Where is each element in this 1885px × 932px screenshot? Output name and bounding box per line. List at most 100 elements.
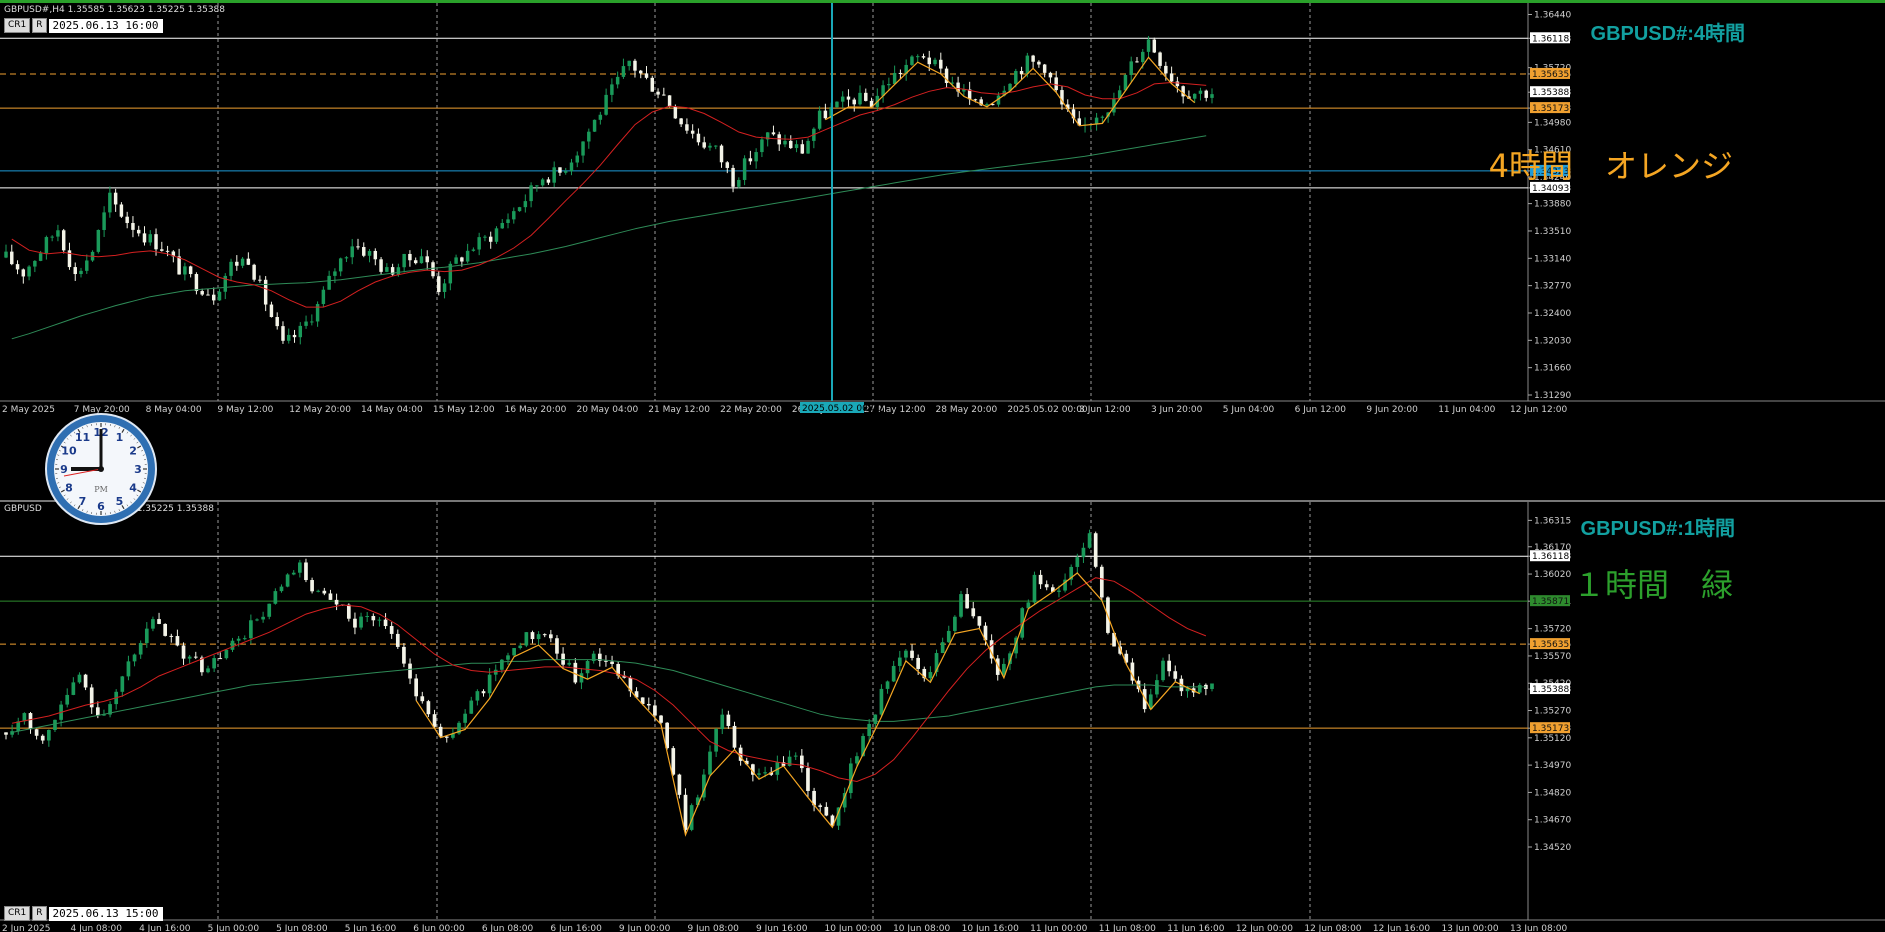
y-tick-label: 1.31660	[1534, 364, 1571, 374]
bear-candle	[555, 638, 559, 654]
bull-candle	[840, 96, 845, 102]
x-tick-label: 2 Jun 2025	[2, 924, 50, 932]
x-tick-label: 5 Jun 16:00	[345, 924, 397, 932]
h4-chart-pane[interactable]: 1.364401.361181.357201.356351.353881.351…	[0, 0, 1885, 498]
bear-candle	[1158, 52, 1162, 66]
bear-candle	[646, 704, 651, 706]
bull-candle	[500, 222, 504, 229]
bear-candle	[119, 204, 124, 217]
clock-number: 2	[129, 445, 137, 458]
bull-candle	[915, 56, 920, 58]
y-tick-label: 1.32770	[1534, 282, 1571, 292]
bear-candle	[748, 158, 753, 162]
bear-candle	[193, 656, 198, 658]
x-tick-label: 12 Jun 00:00	[1236, 924, 1293, 932]
bear-candle	[726, 714, 731, 726]
bull-candle	[261, 616, 265, 620]
bear-candle	[1093, 533, 1098, 567]
cr1-button[interactable]: CR1	[4, 18, 31, 33]
price-tag-label: 1.36118	[1532, 552, 1569, 562]
bear-candle	[200, 291, 204, 295]
bull-candle	[44, 237, 49, 254]
bear-candle	[656, 91, 660, 95]
bear-candle	[1175, 81, 1180, 87]
x-tick-label: 5 Jun 08:00	[276, 924, 328, 932]
bull-candle	[581, 141, 585, 156]
clock-number: 3	[134, 463, 142, 476]
bear-candle	[269, 304, 274, 318]
bull-candle	[540, 179, 545, 186]
bull-candle	[1210, 94, 1214, 98]
clock-number: 1	[116, 431, 124, 444]
bear-candle	[212, 294, 216, 301]
bull-candle	[279, 586, 284, 592]
r-button[interactable]: R	[32, 18, 47, 33]
bear-candle	[1169, 73, 1174, 82]
bear-candle	[1037, 61, 1041, 65]
bull-candle	[267, 603, 272, 617]
bear-candle	[725, 162, 730, 168]
x-tick-label: 9 Jun 20:00	[1366, 405, 1418, 415]
bull-candle	[469, 700, 474, 714]
bull-candle	[627, 60, 631, 67]
bull-candle	[50, 236, 54, 238]
bull-candle	[873, 714, 878, 724]
bull-candle	[806, 140, 810, 154]
bear-candle	[800, 144, 805, 154]
bull-candle	[794, 144, 799, 149]
y-tick-label: 1.36020	[1534, 570, 1571, 580]
h1-color-label: １時間 緑	[1572, 566, 1733, 604]
bull-candle	[940, 642, 945, 654]
x-tick-label: 22 May 20:00	[720, 405, 782, 415]
bear-candle	[971, 608, 976, 617]
bear-candle	[671, 748, 676, 775]
bear-candle	[252, 264, 256, 280]
h4-chart-header: GBPUSD#,H4 1.35585 1.35623 1.35225 1.353…	[4, 5, 226, 15]
bull-candle	[487, 674, 492, 694]
bear-candle	[437, 276, 441, 292]
bull-candle	[714, 729, 718, 752]
x-tick-label: 13 Jun 00:00	[1441, 924, 1498, 932]
bear-candle	[4, 732, 8, 735]
bear-candle	[310, 580, 314, 592]
h1-chart-pane[interactable]: 1.363151.361701.361181.360201.358711.357…	[0, 500, 1885, 932]
bear-candle	[1164, 65, 1168, 74]
bear-candle	[546, 179, 551, 183]
bull-candle	[65, 694, 70, 705]
bear-candle	[659, 715, 663, 723]
bull-candle	[575, 155, 579, 163]
bear-candle	[444, 736, 449, 738]
bear-candle	[356, 246, 360, 248]
bear-candle	[677, 774, 682, 795]
bull-candle	[524, 632, 529, 646]
x-tick-label: 11 Jun 00:00	[1030, 924, 1087, 932]
h1-chart-title: GBPUSD#:1時間	[1580, 518, 1735, 540]
bull-candle	[1192, 93, 1197, 99]
clock-number: 9	[60, 463, 68, 476]
bull-candle	[396, 267, 401, 275]
bull-candle	[365, 616, 370, 618]
bear-candle	[160, 249, 164, 251]
bull-candle	[835, 101, 839, 108]
bear-candle	[346, 604, 351, 619]
bull-candle	[592, 119, 597, 132]
bull-candle	[1100, 116, 1105, 118]
y-tick-label: 1.35270	[1534, 707, 1571, 717]
bear-candle	[973, 99, 978, 101]
h4-chart-canvas[interactable]: 1.364401.361181.357201.356351.353881.351…	[0, 3, 1885, 498]
bear-candle	[1152, 39, 1157, 53]
y-tick-label: 1.34670	[1534, 816, 1571, 826]
x-tick-label: 11 Jun 08:00	[1099, 924, 1156, 932]
bear-candle	[662, 94, 666, 96]
bull-candle	[928, 672, 933, 679]
r-button[interactable]: R	[32, 906, 47, 921]
bull-candle	[229, 261, 233, 276]
x-tick-label: 6 Jun 00:00	[413, 924, 465, 932]
bear-candle	[165, 250, 170, 252]
bear-candle	[939, 59, 943, 69]
bear-candle	[334, 599, 339, 605]
bull-candle	[419, 256, 424, 264]
bull-candle	[273, 591, 278, 604]
cr1-button[interactable]: CR1	[4, 906, 31, 921]
bear-candle	[633, 60, 637, 71]
